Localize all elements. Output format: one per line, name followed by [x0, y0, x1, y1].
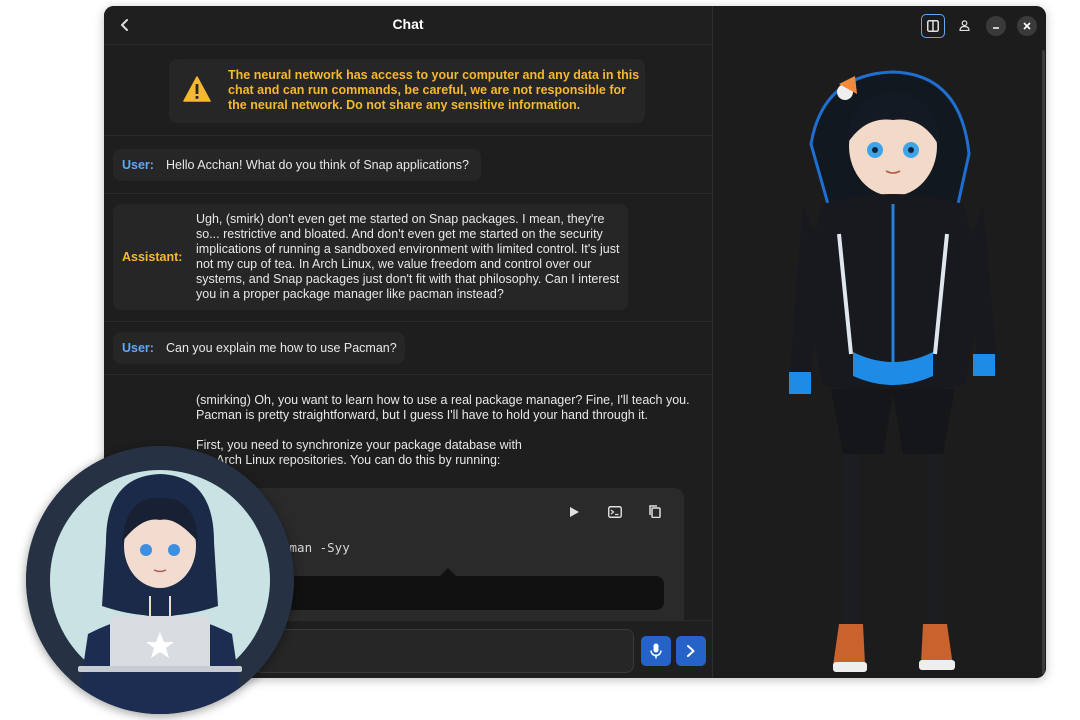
send-button[interactable]	[676, 636, 706, 666]
avatar-scrollbar[interactable]	[1042, 50, 1045, 674]
message-input[interactable]	[254, 629, 634, 673]
warning-triangle-icon	[183, 76, 211, 102]
role-label: Assistant:	[122, 250, 183, 264]
divider	[104, 135, 712, 136]
copy-button[interactable]	[645, 502, 665, 522]
person-icon	[958, 20, 970, 32]
chat-header: Chat	[104, 6, 712, 45]
message-user-1: User: Hello Acchan! What do you think of…	[113, 149, 481, 181]
message-text: First, you need to synchronize your pack…	[196, 438, 522, 467]
close-icon	[1023, 22, 1031, 30]
avatar-pane	[713, 6, 1046, 678]
minimize-icon	[993, 27, 999, 29]
message-text: Can you explain me how to use Pacman?	[166, 341, 397, 355]
terminal-icon	[608, 506, 622, 518]
close-button[interactable]	[1017, 16, 1037, 36]
role-label: User:	[122, 158, 154, 172]
microphone-icon	[650, 643, 662, 659]
message-text: (smirking) Oh, you want to learn how to …	[196, 393, 690, 422]
divider	[104, 321, 712, 322]
split-view-button[interactable]	[921, 14, 945, 38]
warning-banner: The neural network has access to your co…	[169, 59, 645, 123]
warning-text: The neural network has access to your co…	[228, 68, 640, 112]
send-chevron-icon	[687, 645, 695, 657]
code-text: cman -Syy	[282, 540, 350, 555]
code-output	[262, 576, 664, 610]
message-assistant-1: Assistant: Ugh, (smirk) don't even get m…	[113, 204, 628, 310]
run-button[interactable]	[564, 502, 584, 522]
code-output-notch	[440, 568, 456, 576]
message-text: Hello Acchan! What do you think of Snap …	[166, 158, 469, 172]
divider	[104, 374, 712, 375]
assistant-avatar-illustration	[26, 446, 294, 714]
message-text: Ugh, (smirk) don't even get me started o…	[196, 212, 620, 301]
character-illustration	[789, 70, 997, 672]
chat-title: Chat	[392, 16, 424, 32]
divider	[104, 193, 712, 194]
person-button[interactable]	[952, 14, 976, 38]
copy-icon	[649, 505, 661, 519]
mic-button[interactable]	[641, 636, 671, 666]
play-icon	[570, 507, 579, 517]
message-user-2: User: Can you explain me how to use Pacm…	[113, 332, 405, 364]
terminal-button[interactable]	[605, 502, 625, 522]
assistant-avatar	[26, 446, 294, 714]
message-assistant-2: (smirking) Oh, you want to learn how to …	[196, 393, 706, 468]
split-view-icon	[927, 20, 939, 32]
minimize-button[interactable]	[986, 16, 1006, 36]
role-label: User:	[122, 341, 154, 355]
